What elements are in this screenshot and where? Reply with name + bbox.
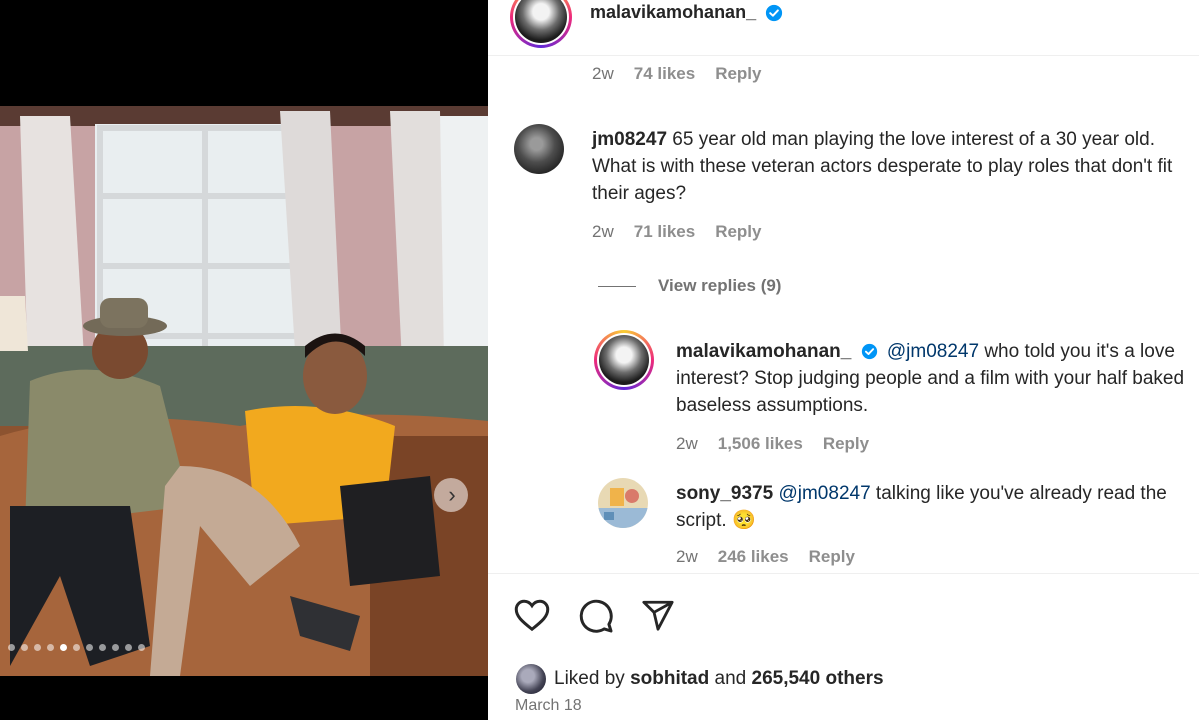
carousel-dot <box>34 644 41 651</box>
chevron-right-icon: › <box>448 482 456 507</box>
reply-button[interactable]: Reply <box>715 222 761 242</box>
carousel-dot <box>21 644 28 651</box>
reply-likes[interactable]: 246 likes <box>718 547 789 567</box>
comment-meta: 2w 71 likes Reply <box>592 222 761 242</box>
reply-likes[interactable]: 1,506 likes <box>718 434 803 454</box>
carousel-dot <box>86 644 93 651</box>
comment-meta: 2w 74 likes Reply <box>592 64 761 84</box>
reply-username[interactable]: sony_9375 <box>676 483 773 504</box>
comment-time: 2w <box>592 222 614 241</box>
carousel-dot <box>47 644 54 651</box>
reply-author-avatar[interactable] <box>598 478 648 528</box>
reply-button[interactable]: Reply <box>823 434 869 454</box>
reply-body: malavikamohanan_ @jm08247 who told you i… <box>676 338 1191 419</box>
comment-icon[interactable] <box>578 598 614 634</box>
reply-button[interactable]: Reply <box>809 547 855 567</box>
mention-link[interactable]: @jm08247 <box>887 341 979 362</box>
carousel-dot <box>60 644 67 651</box>
author-username[interactable]: malavikamohanan_ <box>590 2 756 22</box>
liked-by-and: and <box>714 668 747 689</box>
liker-avatar[interactable] <box>516 664 546 694</box>
commenter-avatar[interactable] <box>514 124 564 174</box>
comment-likes[interactable]: 74 likes <box>634 64 695 84</box>
mention-link[interactable]: @jm08247 <box>778 483 870 504</box>
share-icon[interactable] <box>640 598 676 632</box>
post-date: March 18 <box>515 697 582 714</box>
view-replies-button[interactable]: View replies (9) <box>598 276 781 296</box>
reply-meta: 2w 246 likes Reply <box>676 547 855 567</box>
carousel-dot <box>125 644 132 651</box>
carousel-dot <box>138 644 145 651</box>
carousel-dot <box>8 644 15 651</box>
post-header: malavikamohanan_ <box>488 0 1199 56</box>
carousel-dot <box>99 644 106 651</box>
reply-username[interactable]: malavikamohanan_ <box>676 341 851 362</box>
verified-icon <box>861 344 877 360</box>
post-actions: Liked by sobhitad and 265,540 others Mar… <box>488 573 1199 720</box>
liked-by-prefix: Liked by <box>554 668 625 689</box>
liked-by: Liked by sobhitad and 265,540 others <box>516 664 884 694</box>
liked-by-others[interactable]: 265,540 others <box>752 668 884 690</box>
comment-time: 2w <box>592 64 614 83</box>
reply-body: sony_9375 @jm08247 talking like you've a… <box>676 480 1191 534</box>
post-media: › <box>0 0 488 720</box>
author-avatar[interactable] <box>510 0 572 48</box>
divider-line <box>598 285 636 287</box>
next-slide-button[interactable]: › <box>434 478 468 512</box>
reply-button[interactable]: Reply <box>715 64 761 84</box>
carousel-indicator <box>8 644 145 651</box>
reply-author-avatar[interactable] <box>594 330 654 390</box>
reply-time: 2w <box>676 434 698 453</box>
comments-panel: malavikamohanan_ 2w 74 likes Reply jm082… <box>488 0 1199 720</box>
post-photo[interactable]: › <box>0 106 488 676</box>
view-replies-label: View replies (9) <box>658 276 782 295</box>
comment-text: 65 year old man playing the love interes… <box>592 129 1173 204</box>
verified-icon <box>765 5 783 22</box>
reply-meta: 2w 1,506 likes Reply <box>676 434 869 454</box>
comment-body: jm08247 65 year old man playing the love… <box>592 126 1187 207</box>
reply-time: 2w <box>676 547 698 566</box>
liked-by-user[interactable]: sobhitad <box>630 668 709 690</box>
carousel-dot <box>112 644 119 651</box>
carousel-dot <box>73 644 80 651</box>
commenter-username[interactable]: jm08247 <box>592 129 667 150</box>
comment-likes[interactable]: 71 likes <box>634 222 695 242</box>
heart-icon[interactable] <box>514 598 550 632</box>
